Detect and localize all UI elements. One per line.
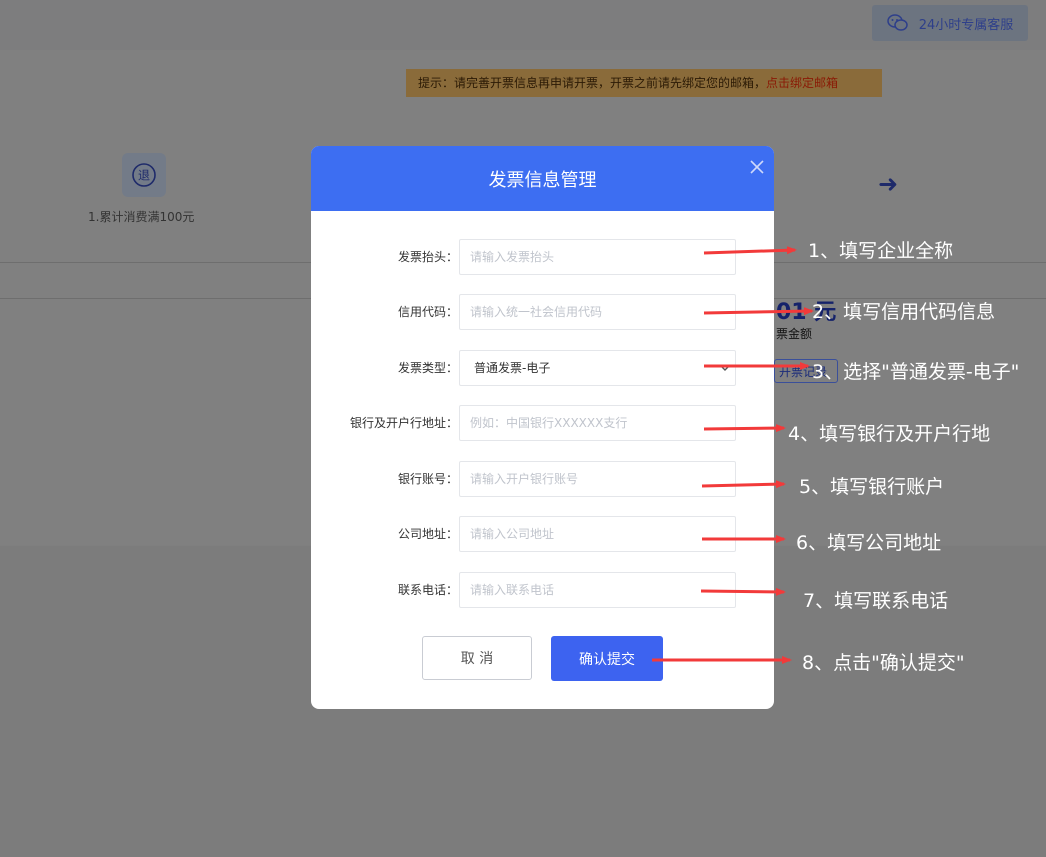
annotation-7: 7、填写联系电话	[803, 590, 949, 612]
company-address-label: 公司地址：	[397, 527, 458, 541]
chevron-down-icon	[720, 365, 730, 371]
step1-label: 1.累计消费满100元	[88, 210, 195, 224]
modal-title: 发票信息管理	[488, 169, 597, 191]
invoice-type-value: 普通发票-电子	[474, 361, 551, 375]
phone-input[interactable]	[459, 572, 736, 608]
refund-circle-icon: 退	[132, 163, 156, 187]
customer-service-label: 24小时专属客服	[918, 17, 1014, 33]
annotation-8: 8、点击"确认提交"	[802, 652, 965, 674]
form-row-invoice-title: 发票抬头：	[311, 239, 774, 275]
arrow-right-icon: ➜	[878, 170, 899, 198]
top-bar: 24小时专属客服	[0, 0, 1046, 50]
form-row-invoice-type: 发票类型： 普通发票-电子	[311, 350, 774, 386]
invoice-title-label: 发票抬头：	[397, 250, 458, 264]
wechat-icon	[886, 14, 908, 31]
annotation-6: 6、填写公司地址	[796, 532, 942, 554]
bank-account-input[interactable]	[459, 461, 736, 497]
bank-account-label: 银行账号：	[397, 472, 458, 486]
form-row-bank-address: 银行及开户行地址：	[311, 405, 774, 441]
annotation-3: 3、选择"普通发票-电子"	[812, 361, 1020, 383]
tip-banner: 提示：请完善开票信息再申请开票，开票之前请先绑定您的邮箱，点击绑定邮箱	[406, 69, 882, 97]
annotation-4: 4、填写银行及开户行地	[788, 423, 991, 445]
credit-code-label: 信用代码：	[397, 305, 458, 319]
invoice-type-select[interactable]: 普通发票-电子	[459, 350, 736, 386]
bind-email-link[interactable]: 点击绑定邮箱	[766, 76, 838, 90]
modal-header: 发票信息管理	[311, 146, 774, 211]
form-row-phone: 联系电话：	[311, 572, 774, 608]
invoice-type-label: 发票类型：	[397, 361, 458, 375]
refund-icon: 退	[122, 153, 166, 197]
annotation-1: 1、填写企业全称	[808, 240, 954, 262]
company-address-input[interactable]	[459, 516, 736, 552]
invoice-info-modal: 发票信息管理 发票抬头： 信用代码： 发票类型： 普通发票-电子 银行及开户行地…	[311, 146, 774, 709]
customer-service-button[interactable]: 24小时专属客服	[872, 5, 1028, 41]
refund-icon-char: 退	[138, 169, 150, 183]
cancel-button[interactable]: 取 消	[422, 636, 532, 680]
phone-label: 联系电话：	[397, 583, 458, 597]
annotation-5: 5、填写银行账户	[799, 476, 945, 498]
form-row-bank-account: 银行账号：	[311, 461, 774, 497]
annotation-2: 2、填写信用代码信息	[812, 301, 996, 323]
tip-text: 提示：请完善开票信息再申请开票，开票之前请先绑定您的邮箱，	[418, 76, 767, 90]
invoice-amount-label: 票金额	[776, 327, 813, 341]
close-icon[interactable]	[750, 160, 764, 174]
form-row-credit-code: 信用代码：	[311, 294, 774, 330]
credit-code-input[interactable]	[459, 294, 736, 330]
invoice-title-input[interactable]	[459, 239, 736, 275]
form-row-company-address: 公司地址：	[311, 516, 774, 552]
bank-address-input[interactable]	[459, 405, 736, 441]
submit-button[interactable]: 确认提交	[551, 636, 663, 681]
bank-address-label: 银行及开户行地址：	[349, 416, 458, 430]
